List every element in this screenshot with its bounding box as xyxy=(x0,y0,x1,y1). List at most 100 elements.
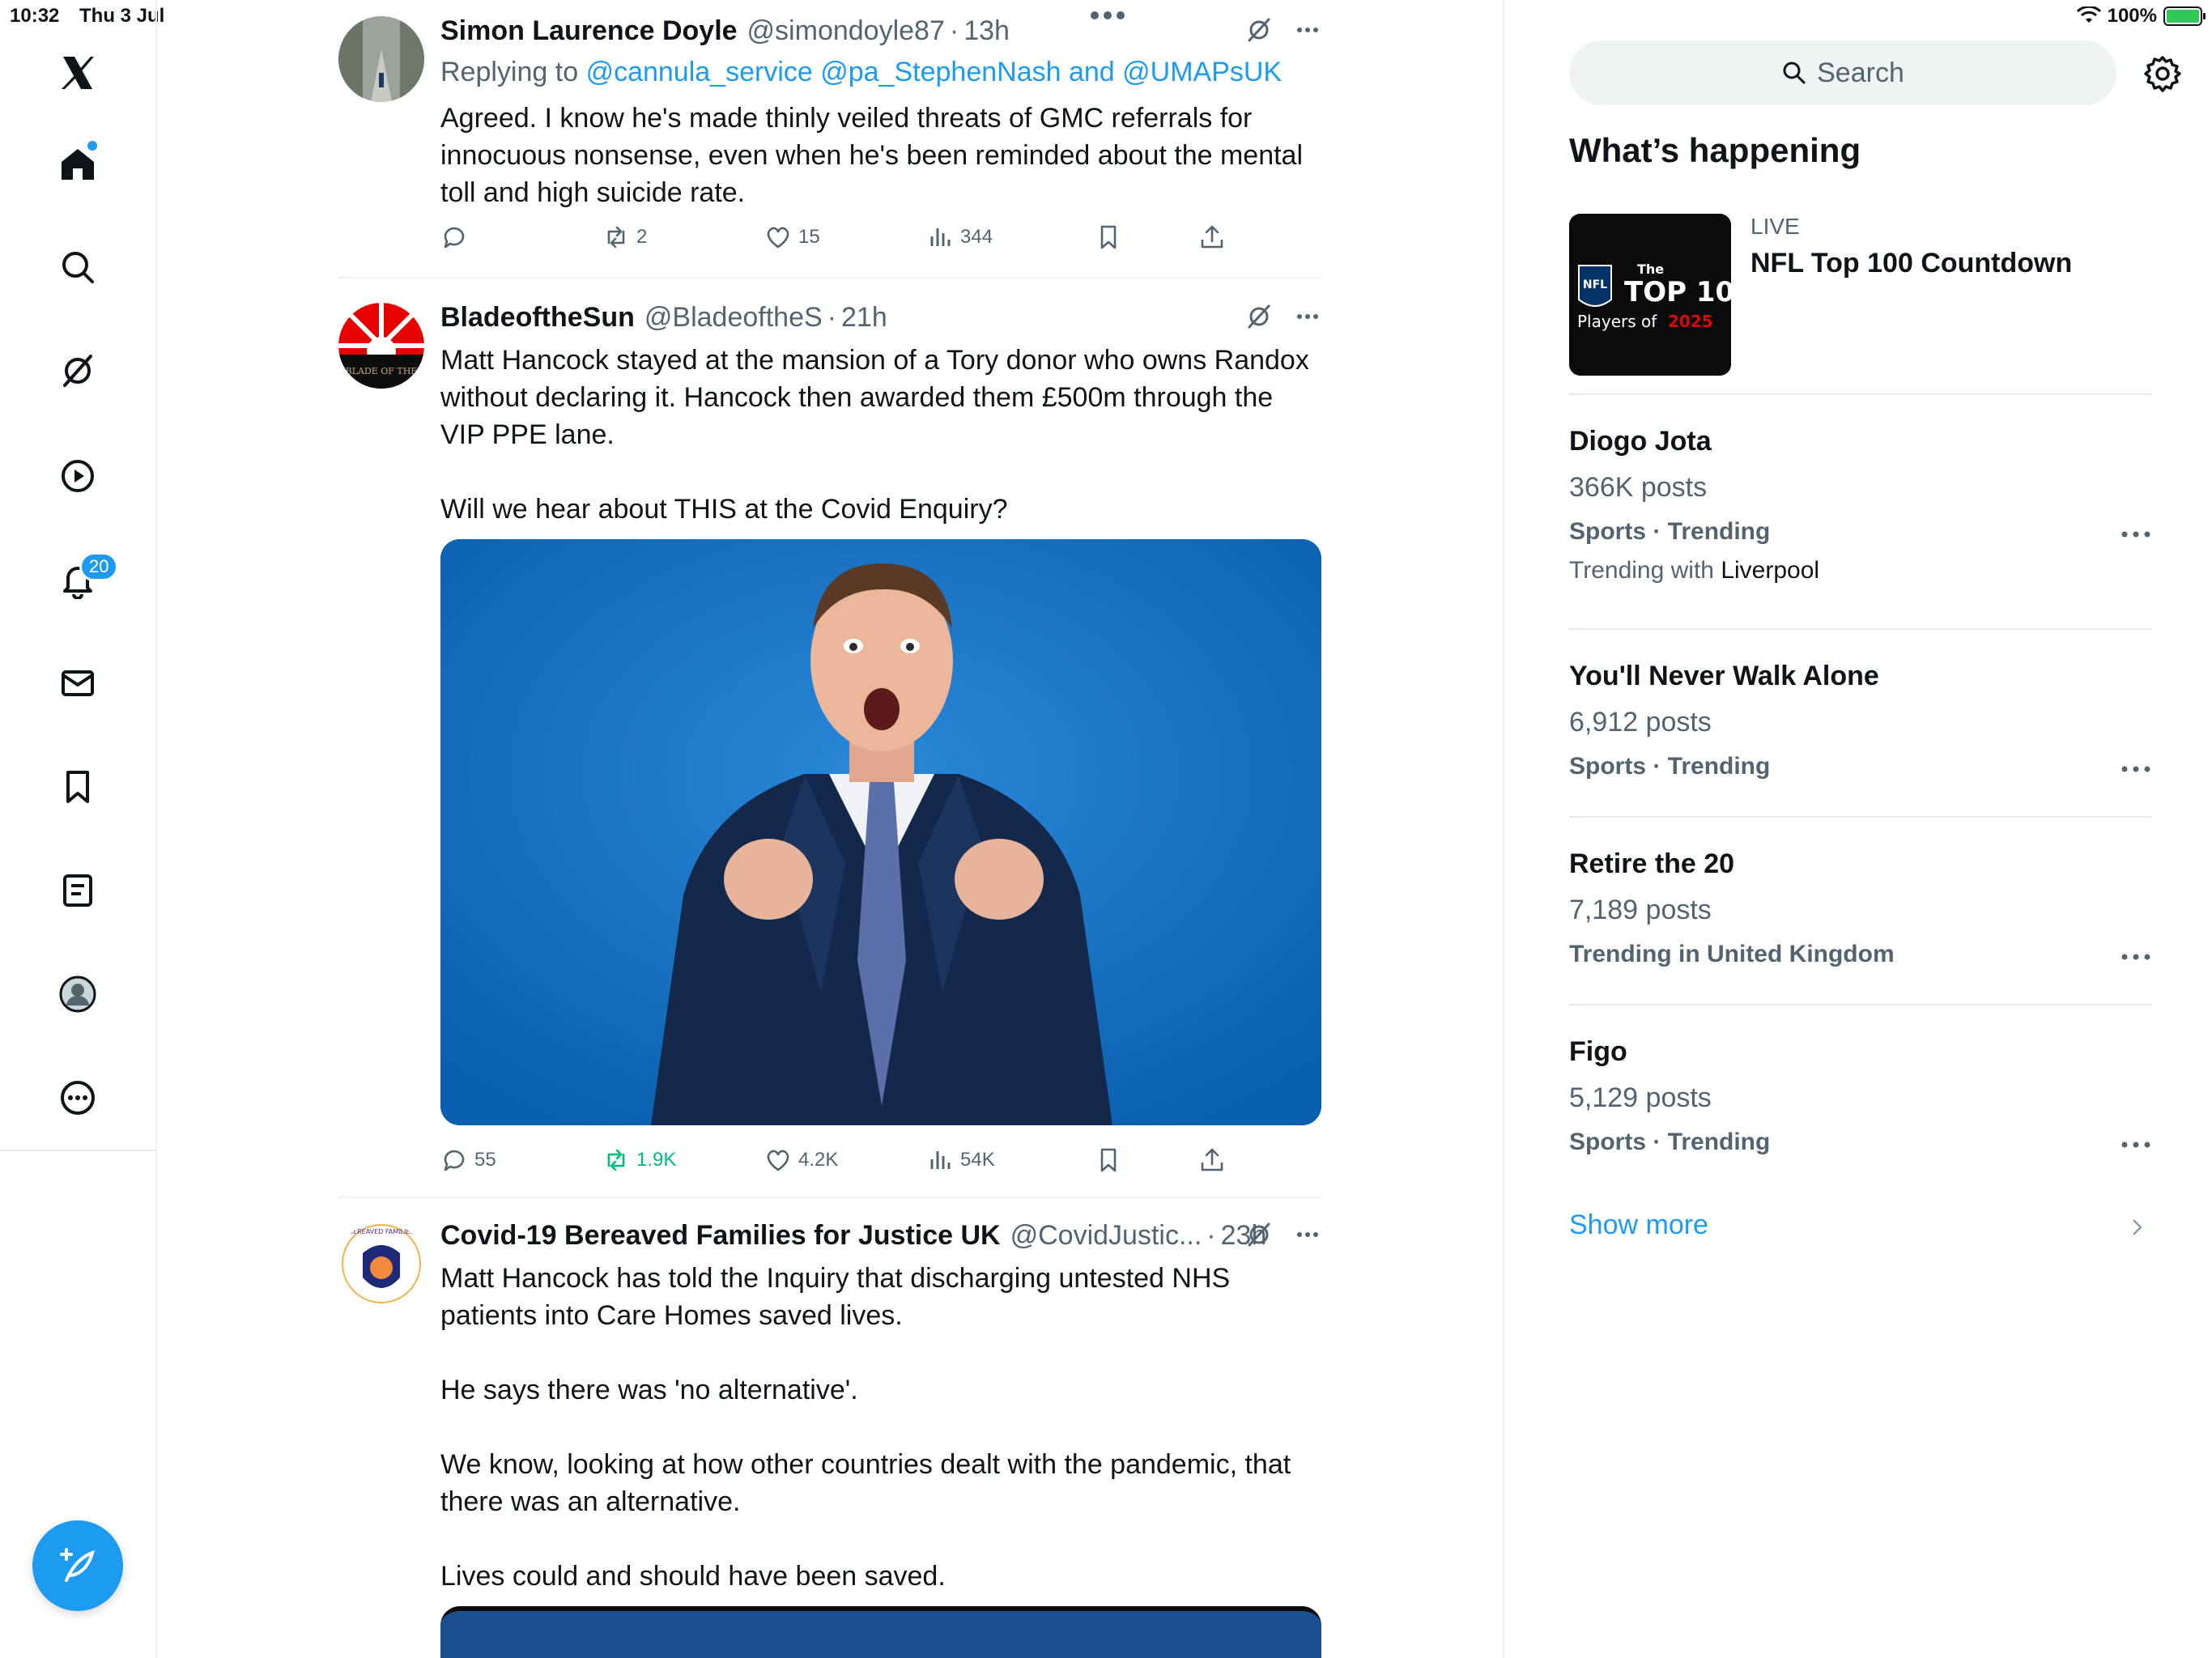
tweet-photo[interactable] xyxy=(440,1606,1321,1658)
views-button[interactable]: 54K xyxy=(926,1146,995,1174)
avatar[interactable]: BEREAVED FAMILIES xyxy=(338,1221,424,1307)
share-icon xyxy=(1201,225,1223,249)
live-label: LIVE xyxy=(1750,214,1800,239)
play-icon xyxy=(62,460,94,492)
like-button[interactable]: 15 xyxy=(764,223,820,251)
compose-button[interactable] xyxy=(32,1520,123,1611)
grok-icon[interactable] xyxy=(1245,16,1273,44)
more-circle-icon xyxy=(61,1081,95,1115)
grok-icon xyxy=(63,355,92,387)
avatar[interactable] xyxy=(338,16,424,102)
more-options-icon[interactable] xyxy=(1294,16,1321,44)
tweet-header-icons xyxy=(1245,1221,1321,1248)
tweet-header: Covid-19 Bereaved Families for Justice U… xyxy=(440,1219,1267,1252)
show-more-link[interactable]: Show more xyxy=(1569,1209,1708,1241)
trend-item[interactable]: Figo 5,129 posts Sports · Trending xyxy=(1569,1036,2152,1156)
reply-button[interactable]: 55 xyxy=(440,1146,496,1174)
author-name[interactable]: Simon Laurence Doyle xyxy=(440,15,738,47)
trend-more-icon[interactable] xyxy=(2120,526,2152,542)
tweet-time[interactable]: 13h xyxy=(963,15,1010,47)
trending-with-link[interactable]: Liverpool xyxy=(1721,557,1819,584)
tweet-text: Agreed. I know he's made thinly veiled t… xyxy=(440,103,1311,208)
nav-lists[interactable] xyxy=(47,860,108,921)
nav-grok[interactable] xyxy=(47,340,108,402)
heart-icon xyxy=(767,1150,789,1171)
compose-feather-icon xyxy=(60,1548,95,1582)
nav-bookmarks[interactable] xyxy=(47,756,108,818)
avatar[interactable]: BLADE OF THE xyxy=(338,303,424,389)
search-icon xyxy=(62,252,94,283)
sidebar-divider xyxy=(1569,816,2152,818)
reply-icon xyxy=(444,227,465,249)
nav-notifications[interactable]: 20 xyxy=(47,549,119,610)
nav-home[interactable] xyxy=(47,133,108,194)
left-nav: 20 xyxy=(0,0,157,1658)
svg-text:BLADE OF THE: BLADE OF THE xyxy=(346,366,418,376)
avatar-icon xyxy=(59,976,96,1013)
more-options-icon[interactable] xyxy=(1294,303,1321,330)
search-input[interactable]: Search xyxy=(1569,40,2116,105)
sidebar-divider xyxy=(1569,1004,2152,1005)
author-name[interactable]: BladeoftheSun xyxy=(440,302,635,334)
retweet-icon xyxy=(607,226,625,249)
more-options-icon[interactable] xyxy=(1294,1221,1321,1248)
trend-more-icon[interactable] xyxy=(2120,949,2152,965)
replying-to: Replying to @cannula_service @pa_Stephen… xyxy=(440,57,1283,87)
author-name[interactable]: Covid-19 Bereaved Families for Justice U… xyxy=(440,1220,1001,1252)
grok-icon[interactable] xyxy=(1245,303,1273,330)
share-button[interactable] xyxy=(1198,1146,1226,1174)
trend-category: Sports · Trending xyxy=(1569,1129,1771,1155)
retweet-button[interactable]: 2 xyxy=(602,223,647,251)
bookmark-button[interactable] xyxy=(1095,1146,1122,1174)
right-sidebar: Search What’s happening NFL The TOP 100 … xyxy=(1503,0,2212,1658)
retweet-button[interactable]: 1.9K xyxy=(602,1146,676,1174)
gear-icon[interactable] xyxy=(2144,55,2181,92)
home-unread-dot xyxy=(87,141,97,151)
reply-mentions[interactable]: @cannula_service @pa_StephenNash and @UM… xyxy=(586,57,1283,87)
svg-text:2025: 2025 xyxy=(1668,312,1713,331)
nav-more[interactable] xyxy=(47,1067,108,1129)
nav-video[interactable] xyxy=(47,445,108,507)
tweet-text: Matt Hancock stayed at the mansion of a … xyxy=(440,345,1309,525)
bookmark-button[interactable] xyxy=(1095,223,1122,251)
x-logo-icon[interactable] xyxy=(47,42,108,104)
sidebar-divider xyxy=(1569,393,2152,395)
tweet-photo[interactable] xyxy=(440,539,1321,1125)
author-handle[interactable]: @simondoyle87 xyxy=(747,15,945,47)
nav-explore[interactable] xyxy=(47,236,108,298)
views-chart-icon xyxy=(930,228,951,246)
author-handle[interactable]: @BladeoftheS xyxy=(644,302,823,334)
list-icon xyxy=(63,874,92,907)
svg-text:Players of: Players of xyxy=(1577,312,1657,331)
tweet-actions: 2 15 344 xyxy=(440,217,1321,257)
live-event-thumbnail: NFL The TOP 100 Players of 2025 xyxy=(1569,214,1731,376)
bookmark-icon xyxy=(1100,225,1117,249)
live-event-title[interactable]: NFL Top 100 Countdown xyxy=(1750,248,2072,279)
trend-category: Sports · Trending xyxy=(1569,753,1771,780)
tweet-time[interactable]: 21h xyxy=(841,302,887,334)
trend-posts: 5,129 posts xyxy=(1569,1082,1712,1113)
reply-button[interactable] xyxy=(440,223,474,251)
trend-item[interactable]: Retire the 20 7,189 posts Trending in Un… xyxy=(1569,848,2152,968)
trend-item[interactable]: Diogo Jota 366K posts Sports · Trending … xyxy=(1569,426,2152,585)
chevron-right-icon[interactable] xyxy=(2128,1218,2147,1237)
grok-icon[interactable] xyxy=(1245,1221,1273,1248)
nav-messages[interactable] xyxy=(47,653,108,714)
trend-category: Trending in United Kingdom xyxy=(1569,941,1895,967)
author-handle[interactable]: @CovidJustic... xyxy=(1010,1220,1202,1252)
views-button[interactable]: 344 xyxy=(926,223,993,251)
trend-item[interactable]: You'll Never Walk Alone 6,912 posts Spor… xyxy=(1569,661,2152,780)
share-icon xyxy=(1201,1148,1223,1171)
like-button[interactable]: 4.2K xyxy=(764,1146,838,1174)
nav-profile[interactable] xyxy=(47,963,108,1025)
share-button[interactable] xyxy=(1198,223,1226,251)
search-icon xyxy=(1783,62,1806,84)
live-event-card[interactable]: NFL The TOP 100 Players of 2025 LIVE NFL… xyxy=(1569,214,2152,376)
sidebar-divider xyxy=(1569,628,2152,630)
trend-more-icon[interactable] xyxy=(2120,1137,2152,1153)
tweet-divider xyxy=(338,277,1321,278)
search-placeholder: Search xyxy=(1817,57,1904,88)
tweet-text: Matt Hancock has told the Inquiry that d… xyxy=(440,1263,1291,1592)
reply-icon xyxy=(444,1150,465,1171)
trend-more-icon[interactable] xyxy=(2120,761,2152,777)
